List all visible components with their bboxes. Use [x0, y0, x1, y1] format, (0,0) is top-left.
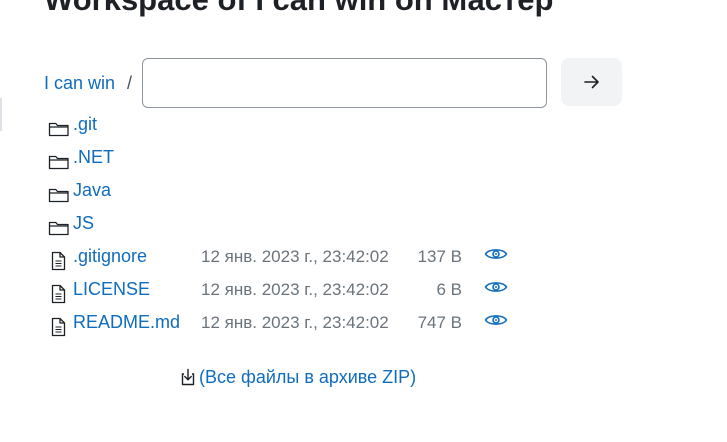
file-icon	[51, 284, 66, 304]
folder-link[interactable]: JS	[73, 213, 94, 234]
folder-row: .git	[0, 108, 727, 141]
breadcrumb-root-link[interactable]: I can win	[44, 73, 115, 94]
file-icon	[51, 251, 66, 271]
page-title: Workspace of I can win on Мастер	[44, 0, 553, 18]
folder-row: .NET	[0, 141, 727, 174]
folder-row: JS	[0, 207, 727, 240]
view-eye-icon[interactable]	[484, 244, 508, 264]
file-row: LICENSE 12 янв. 2023 г., 23:42:02 6 B	[0, 273, 727, 306]
file-size: 747 B	[417, 313, 462, 332]
arrow-right-icon	[583, 75, 599, 89]
zip-download-link[interactable]: (Все файлы в архиве ZIP)	[199, 367, 416, 388]
file-size: 6 B	[436, 280, 462, 299]
folder-icon	[48, 221, 69, 236]
workspace-page: Workspace of I can win on Мастер I can w…	[0, 0, 727, 442]
folder-link[interactable]: Java	[73, 180, 111, 201]
folder-icon	[48, 155, 69, 170]
breadcrumb: I can win /	[44, 58, 548, 108]
path-input[interactable]	[142, 58, 548, 108]
file-link[interactable]: README.md	[73, 312, 180, 333]
file-row: .gitignore 12 янв. 2023 г., 23:42:02 137 B	[0, 240, 727, 273]
view-eye-icon[interactable]	[484, 310, 508, 330]
file-link[interactable]: .gitignore	[73, 246, 147, 267]
folder-row: Java	[0, 174, 727, 207]
file-size: 137 B	[417, 247, 462, 266]
file-row: README.md 12 янв. 2023 г., 23:42:02 747 B	[0, 306, 727, 339]
go-button[interactable]	[561, 58, 622, 106]
folder-link[interactable]: .NET	[73, 147, 114, 168]
file-list: .git .NET Java JS .gitignore 12 янв. 2023 г.,…	[0, 108, 727, 339]
download-icon	[181, 368, 195, 386]
zip-download-row: (Все файлы в архиве ZIP)	[178, 365, 416, 389]
folder-icon	[48, 122, 69, 137]
file-date: 12 янв. 2023 г., 23:42:02	[201, 280, 389, 299]
folder-link[interactable]: .git	[73, 114, 97, 135]
breadcrumb-separator: /	[127, 72, 133, 93]
view-eye-icon[interactable]	[484, 277, 508, 297]
folder-icon	[48, 188, 69, 203]
file-date: 12 янв. 2023 г., 23:42:02	[201, 313, 389, 332]
file-link[interactable]: LICENSE	[73, 279, 150, 300]
file-date: 12 янв. 2023 г., 23:42:02	[201, 247, 389, 266]
file-icon	[51, 317, 66, 337]
